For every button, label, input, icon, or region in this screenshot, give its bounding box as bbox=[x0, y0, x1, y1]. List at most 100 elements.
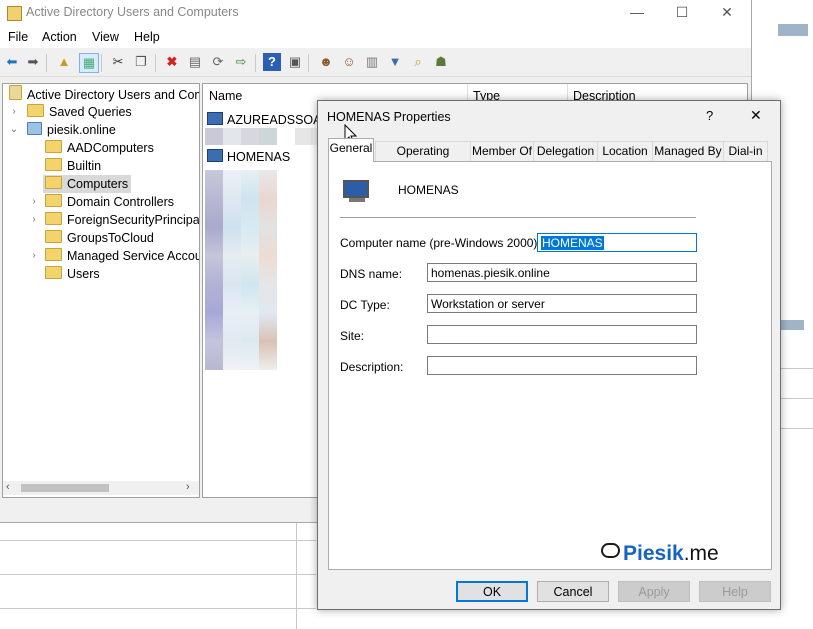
list-row[interactable]: HOMENAS bbox=[207, 148, 290, 166]
minimize-button[interactable]: — bbox=[614, 0, 660, 26]
ok-button[interactable]: OK bbox=[456, 581, 528, 602]
tree-item-foreign-security-principals[interactable]: ForeignSecurityPrincipals bbox=[45, 211, 199, 229]
tree-item-computers[interactable]: Computers bbox=[43, 175, 132, 193]
description-field[interactable] bbox=[427, 356, 697, 375]
tree-saved-queries[interactable]: Saved Queries bbox=[27, 103, 132, 121]
tree-root-label: Active Directory Users and Com bbox=[27, 88, 200, 102]
new-user-icon[interactable]: ☻ bbox=[317, 53, 335, 71]
menu-view[interactable]: View bbox=[92, 30, 119, 44]
tree-label: GroupsToCloud bbox=[67, 231, 154, 245]
tree-label: piesik.online bbox=[47, 123, 116, 137]
copy-icon[interactable]: ❐ bbox=[132, 53, 150, 71]
new-ou-icon[interactable]: ▥ bbox=[363, 53, 381, 71]
menu-bar: File Action View Help bbox=[0, 26, 751, 48]
maximize-button[interactable]: ☐ bbox=[659, 0, 705, 26]
tab-location[interactable]: Location bbox=[597, 141, 653, 161]
tree-domain[interactable]: piesik.online bbox=[27, 121, 116, 139]
properties-dialog: HOMENAS Properties ? ✕ General Operating… bbox=[317, 100, 781, 610]
scroll-left-icon[interactable]: ‹ bbox=[6, 481, 10, 493]
background-divider bbox=[780, 428, 813, 429]
scrollbar-thumb[interactable] bbox=[21, 484, 109, 492]
title-bar: Active Directory Users and Computers — ☐… bbox=[0, 0, 751, 26]
add-to-group-icon[interactable]: ☗ bbox=[432, 53, 450, 71]
tree-item-builtin[interactable]: Builtin bbox=[45, 157, 101, 175]
redacted-content bbox=[259, 128, 277, 145]
tab-dial-in[interactable]: Dial-in bbox=[723, 141, 768, 161]
description-label: Description: bbox=[340, 360, 404, 374]
background-divider bbox=[780, 398, 813, 399]
expand-chevron-icon[interactable]: › bbox=[29, 247, 39, 265]
close-button[interactable]: ✕ bbox=[704, 0, 750, 26]
delete-icon[interactable]: ✖ bbox=[163, 53, 181, 71]
cut-icon[interactable]: ✂ bbox=[109, 53, 127, 71]
dc-type-field[interactable]: Workstation or server bbox=[427, 294, 697, 313]
computer-icon bbox=[343, 180, 369, 198]
expand-chevron-icon[interactable]: › bbox=[29, 211, 39, 229]
folder-icon bbox=[45, 176, 62, 189]
tree-item-domain-controllers[interactable]: Domain Controllers bbox=[45, 193, 174, 211]
dialog-help-button[interactable]: ? bbox=[706, 108, 713, 123]
tree-item-aadcomputers[interactable]: AADComputers bbox=[45, 139, 154, 157]
watermark-brand: Piesik bbox=[623, 542, 684, 565]
help-button[interactable]: Help bbox=[699, 581, 771, 602]
tree-label: Users bbox=[67, 267, 100, 281]
site-field[interactable] bbox=[427, 325, 697, 344]
export-list-icon[interactable]: ⇨ bbox=[232, 53, 250, 71]
background-strip bbox=[778, 24, 808, 36]
tree-label: Saved Queries bbox=[49, 105, 132, 119]
tab-operating-system[interactable]: Operating System bbox=[375, 141, 471, 177]
menu-action[interactable]: Action bbox=[42, 30, 77, 44]
filter-icon[interactable]: ▼ bbox=[386, 53, 404, 71]
cancel-button[interactable]: Cancel bbox=[537, 581, 609, 602]
toolbar-separator bbox=[308, 54, 309, 72]
apply-button[interactable]: Apply bbox=[618, 581, 690, 602]
tree-label: Builtin bbox=[67, 159, 102, 173]
background-divider bbox=[0, 574, 316, 575]
computer-name-field[interactable]: HOMENAS bbox=[537, 233, 697, 252]
find-icon[interactable]: ⌕ bbox=[409, 53, 427, 71]
folder-icon bbox=[45, 230, 62, 243]
menu-file[interactable]: File bbox=[8, 30, 28, 44]
tree-item-managed-service-accounts[interactable]: Managed Service Accou bbox=[45, 247, 199, 265]
help-icon[interactable]: ? bbox=[263, 53, 281, 71]
toolbar-separator bbox=[155, 54, 156, 72]
tab-general[interactable]: General bbox=[328, 138, 374, 162]
properties-icon[interactable]: ▤ bbox=[186, 53, 204, 71]
tab-managed-by[interactable]: Managed By bbox=[652, 141, 724, 161]
new-group-icon[interactable]: ☺ bbox=[340, 53, 358, 71]
background-divider bbox=[0, 540, 316, 541]
forward-icon[interactable]: ➡ bbox=[24, 53, 42, 71]
computer-icon-base bbox=[349, 198, 365, 202]
expand-chevron-icon[interactable]: › bbox=[29, 193, 39, 211]
console-icon bbox=[9, 85, 22, 100]
menu-help[interactable]: Help bbox=[134, 30, 160, 44]
view-details-icon[interactable]: ▣ bbox=[286, 53, 304, 71]
app-icon bbox=[7, 6, 22, 21]
collapse-chevron-icon[interactable]: ⌄ bbox=[9, 121, 19, 139]
tab-delegation[interactable]: Delegation bbox=[533, 141, 598, 161]
folder-icon bbox=[45, 194, 62, 207]
dns-name-field[interactable]: homenas.piesik.online bbox=[427, 263, 697, 282]
up-folder-icon[interactable]: ▲ bbox=[55, 53, 73, 71]
expand-chevron-icon[interactable]: › bbox=[9, 103, 19, 121]
watermark-suffix: .me bbox=[683, 542, 719, 565]
general-tab-panel: HOMENAS Computer name (pre-Windows 2000)… bbox=[328, 161, 772, 570]
folder-icon bbox=[45, 140, 62, 153]
refresh-icon[interactable]: ⟳ bbox=[209, 53, 227, 71]
window-title: Active Directory Users and Computers bbox=[26, 5, 239, 19]
show-tree-icon[interactable]: ▦ bbox=[79, 53, 99, 73]
scroll-right-icon[interactable]: › bbox=[186, 481, 190, 493]
background-strip bbox=[778, 320, 804, 330]
tree-item-users[interactable]: Users bbox=[45, 265, 100, 283]
tab-member-of[interactable]: Member Of bbox=[470, 141, 534, 161]
dialog-close-button[interactable]: ✕ bbox=[750, 107, 762, 124]
back-icon[interactable]: ⬅ bbox=[3, 53, 21, 71]
dns-name-label: DNS name: bbox=[340, 267, 403, 281]
background-divider bbox=[0, 608, 316, 609]
redacted-content bbox=[241, 128, 259, 145]
tree-item-groupstocloud[interactable]: GroupsToCloud bbox=[45, 229, 154, 247]
tree-root[interactable]: Active Directory Users and Com bbox=[9, 85, 200, 103]
horizontal-scrollbar[interactable]: ‹ › bbox=[3, 481, 199, 495]
redacted-content bbox=[223, 128, 241, 145]
column-header-name[interactable]: Name bbox=[209, 89, 242, 103]
